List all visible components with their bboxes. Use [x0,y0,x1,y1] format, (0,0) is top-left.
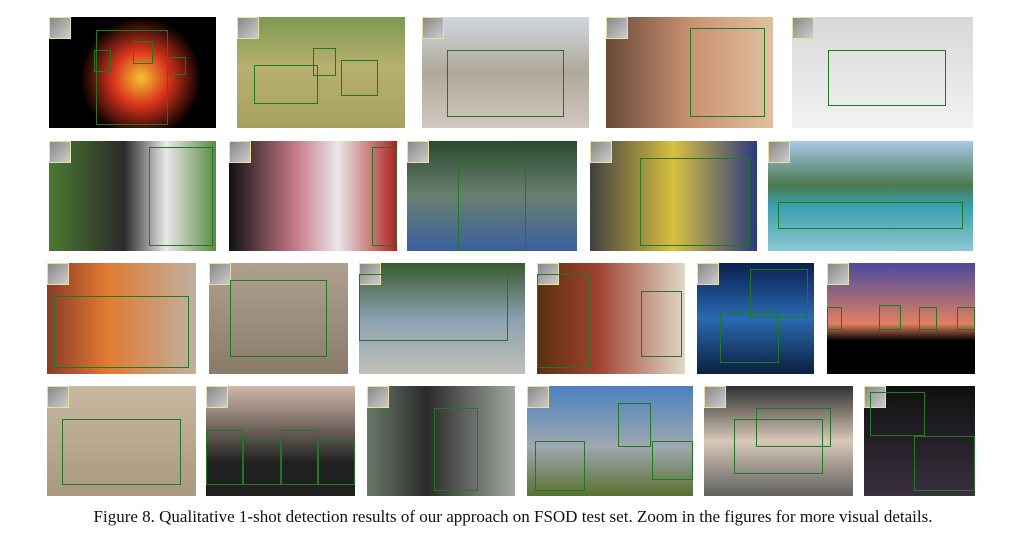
support-image-thumbnail [47,263,69,285]
detection-box [61,419,182,485]
result-image [422,17,589,128]
detection-box [878,305,901,330]
result-image [590,141,757,251]
detection-box [640,157,749,246]
support-image-thumbnail [697,263,719,285]
support-image-thumbnail [229,141,251,163]
result-image [407,141,577,251]
support-image-thumbnail [206,386,228,408]
detection-box [957,307,975,330]
result-image [49,141,216,251]
detection-box [918,307,937,330]
result-image [537,263,685,374]
detection-box [537,274,589,369]
detection-box [341,60,379,96]
support-image-thumbnail [606,17,628,39]
result-image [367,386,515,496]
detection-box [371,146,397,246]
result-image [697,263,814,374]
detection-box [869,391,926,436]
detection-box [149,146,213,246]
support-image-thumbnail [768,141,790,163]
result-image [206,386,355,496]
detection-box [913,435,975,491]
detection-box [359,274,509,341]
support-image-thumbnail [792,17,814,39]
detection-box [132,41,153,64]
detection-box [749,268,809,319]
detection-box [317,441,355,485]
result-image [827,263,975,374]
detection-box [618,402,652,447]
result-image [47,386,196,496]
result-image [527,386,693,496]
detection-box [433,408,478,491]
support-image-thumbnail [527,386,549,408]
detection-box [640,290,683,358]
detection-box [827,307,842,330]
detection-box [689,28,765,117]
result-image [209,263,348,374]
detection-box [229,279,328,358]
support-image-thumbnail [827,263,849,285]
detection-box [54,296,189,369]
detection-box [828,50,946,106]
result-image [229,141,397,251]
result-image [237,17,405,128]
support-image-thumbnail [49,141,71,163]
detection-box [312,48,337,76]
detection-box [253,64,318,104]
support-image-thumbnail [367,386,389,408]
result-image [792,17,973,128]
support-image-thumbnail [407,141,429,163]
result-image [47,263,196,374]
detection-box [651,441,693,480]
support-image-thumbnail [209,263,231,285]
result-image [49,17,216,128]
detection-box [206,430,244,485]
detection-box [280,430,318,485]
detection-box [778,201,963,229]
detection-box [720,312,779,363]
detection-box [169,56,186,75]
support-image-thumbnail [47,386,69,408]
result-image [864,386,975,496]
support-image-thumbnail [704,386,726,408]
result-image [768,141,973,251]
detection-box [447,50,564,117]
result-image [359,263,525,374]
result-image [606,17,773,128]
detection-box [243,441,281,485]
support-image-thumbnail [49,17,71,39]
result-image [704,386,853,496]
detection-box [94,50,111,73]
support-image-thumbnail [590,141,612,163]
figure-caption: Figure 8. Qualitative 1-shot detection r… [93,507,933,526]
detection-box [756,408,831,447]
support-image-thumbnail [237,17,259,39]
support-image-thumbnail [422,17,444,39]
detection-box [458,163,526,251]
detection-box [535,441,586,491]
